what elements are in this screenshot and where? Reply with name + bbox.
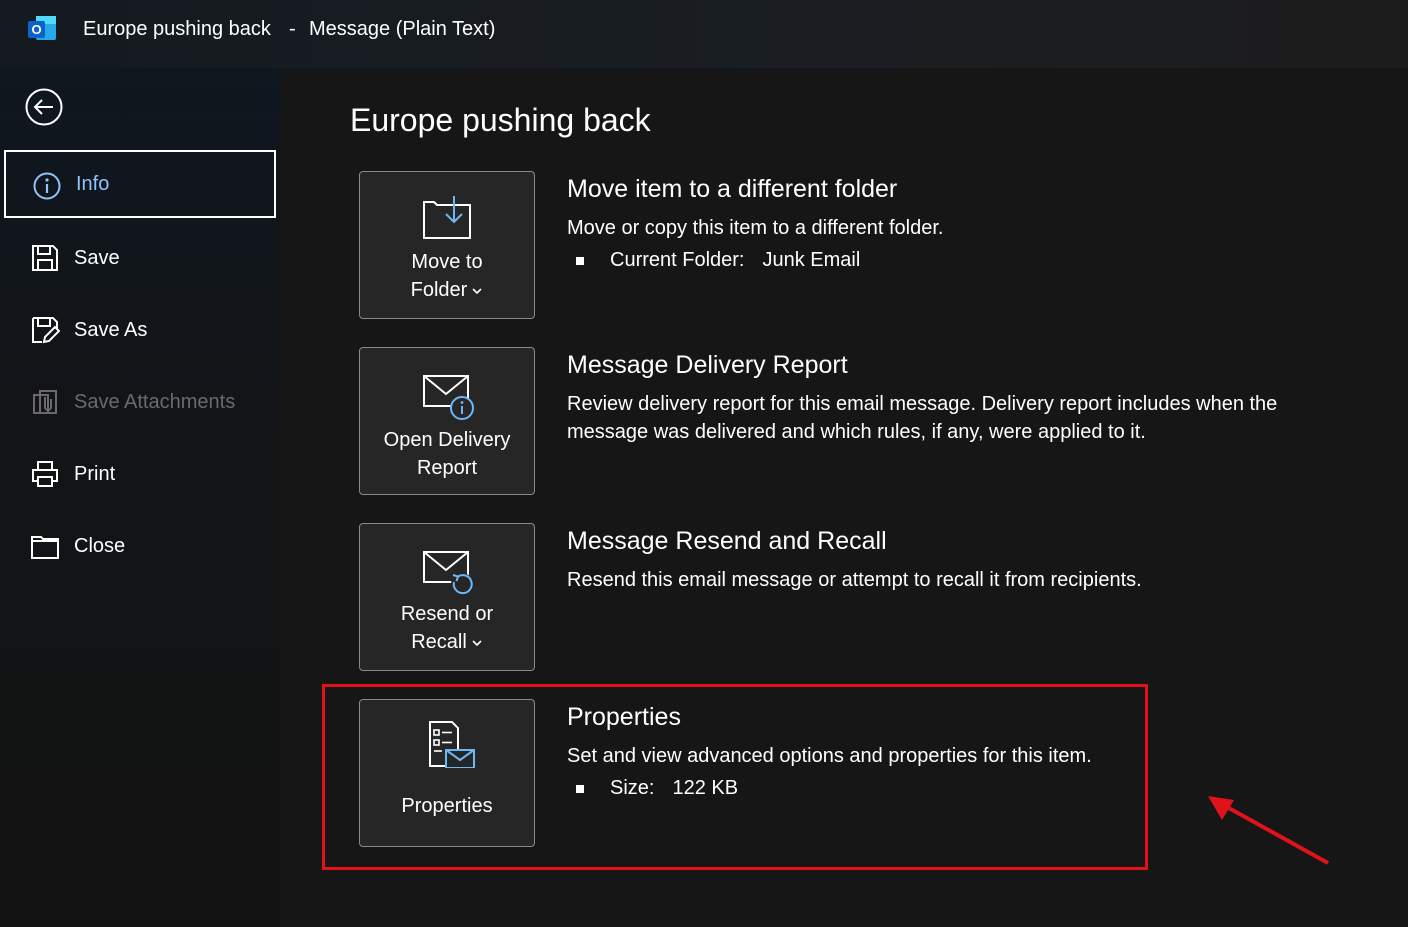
window-title-subject: Europe pushing back [83,18,271,40]
section-desc-resend-recall: Resend this email message or attempt to … [567,569,1142,591]
tile-label-dropdown: Folder [360,276,534,304]
tile-label: Folder [410,279,468,301]
current-folder-row: Current Folder: Junk Email [576,249,860,272]
open-delivery-report-button[interactable]: Open Delivery Report [359,347,535,495]
window-title-separator: - [289,18,296,40]
section-title-delivery-report: Message Delivery Report [567,351,848,379]
chevron-down-icon [472,288,482,294]
annotation-arrow-icon [1208,796,1329,865]
section-title-move-item: Move item to a different folder [567,175,898,203]
tile-label: Report [416,457,478,479]
section-title-resend-recall: Message Resend and Recall [567,527,887,555]
sidebar-item-label: Info [76,172,110,195]
sidebar-item-close[interactable]: Close [4,512,276,580]
sidebar-item-label: Save Attachments [74,390,236,413]
tile-label: Open Delivery [383,429,511,451]
sidebar-item-label: Save [74,246,120,269]
tile-label: Recall [411,631,467,653]
sidebar-item-label: Save As [74,318,148,341]
resend-recall-icon [423,551,473,595]
sidebar-item-label: Close [74,534,126,557]
current-folder-label: Current Folder: [610,249,745,271]
tile-label: Resend or [400,603,494,625]
sidebar-item-save-as[interactable]: Save As [4,296,276,364]
svg-text:O: O [31,22,41,37]
move-to-folder-icon [423,196,471,239]
sidebar-item-save[interactable]: Save [4,224,276,292]
section-desc-move-item: Move or copy this item to a different fo… [567,217,944,239]
title-bar: O Europe pushing back - Message (Plain T… [0,0,1408,68]
bullet-icon [576,256,584,265]
outlook-app-icon: O [28,16,56,40]
page-title: Europe pushing back [350,102,651,138]
current-folder-value: Junk Email [762,249,861,271]
move-to-folder-button[interactable]: Move to Folder [359,171,535,319]
back-arrow-icon[interactable] [24,87,64,127]
chevron-down-icon [472,640,482,646]
window-title-mode: Message (Plain Text) [309,18,496,40]
sidebar-item-save-attachments: Save Attachments [4,368,276,436]
printer-icon [32,461,58,487]
folder-close-icon [31,536,59,559]
annotation-highlight-box [322,684,1148,870]
resend-or-recall-button[interactable]: Resend or Recall [359,523,535,671]
sidebar-item-label: Print [74,462,116,485]
delivery-report-icon [423,375,474,420]
sidebar-item-info[interactable]: Info [4,150,276,218]
save-attachments-icon [33,390,57,414]
info-icon [33,172,61,200]
tile-label: Move to [411,251,483,273]
sidebar-item-print[interactable]: Print [4,440,276,508]
save-as-icon [32,317,60,344]
section-desc-delivery-report: Review delivery report for this email me… [567,393,1278,443]
tile-label-dropdown: Recall [360,628,534,656]
save-icon [32,245,58,271]
